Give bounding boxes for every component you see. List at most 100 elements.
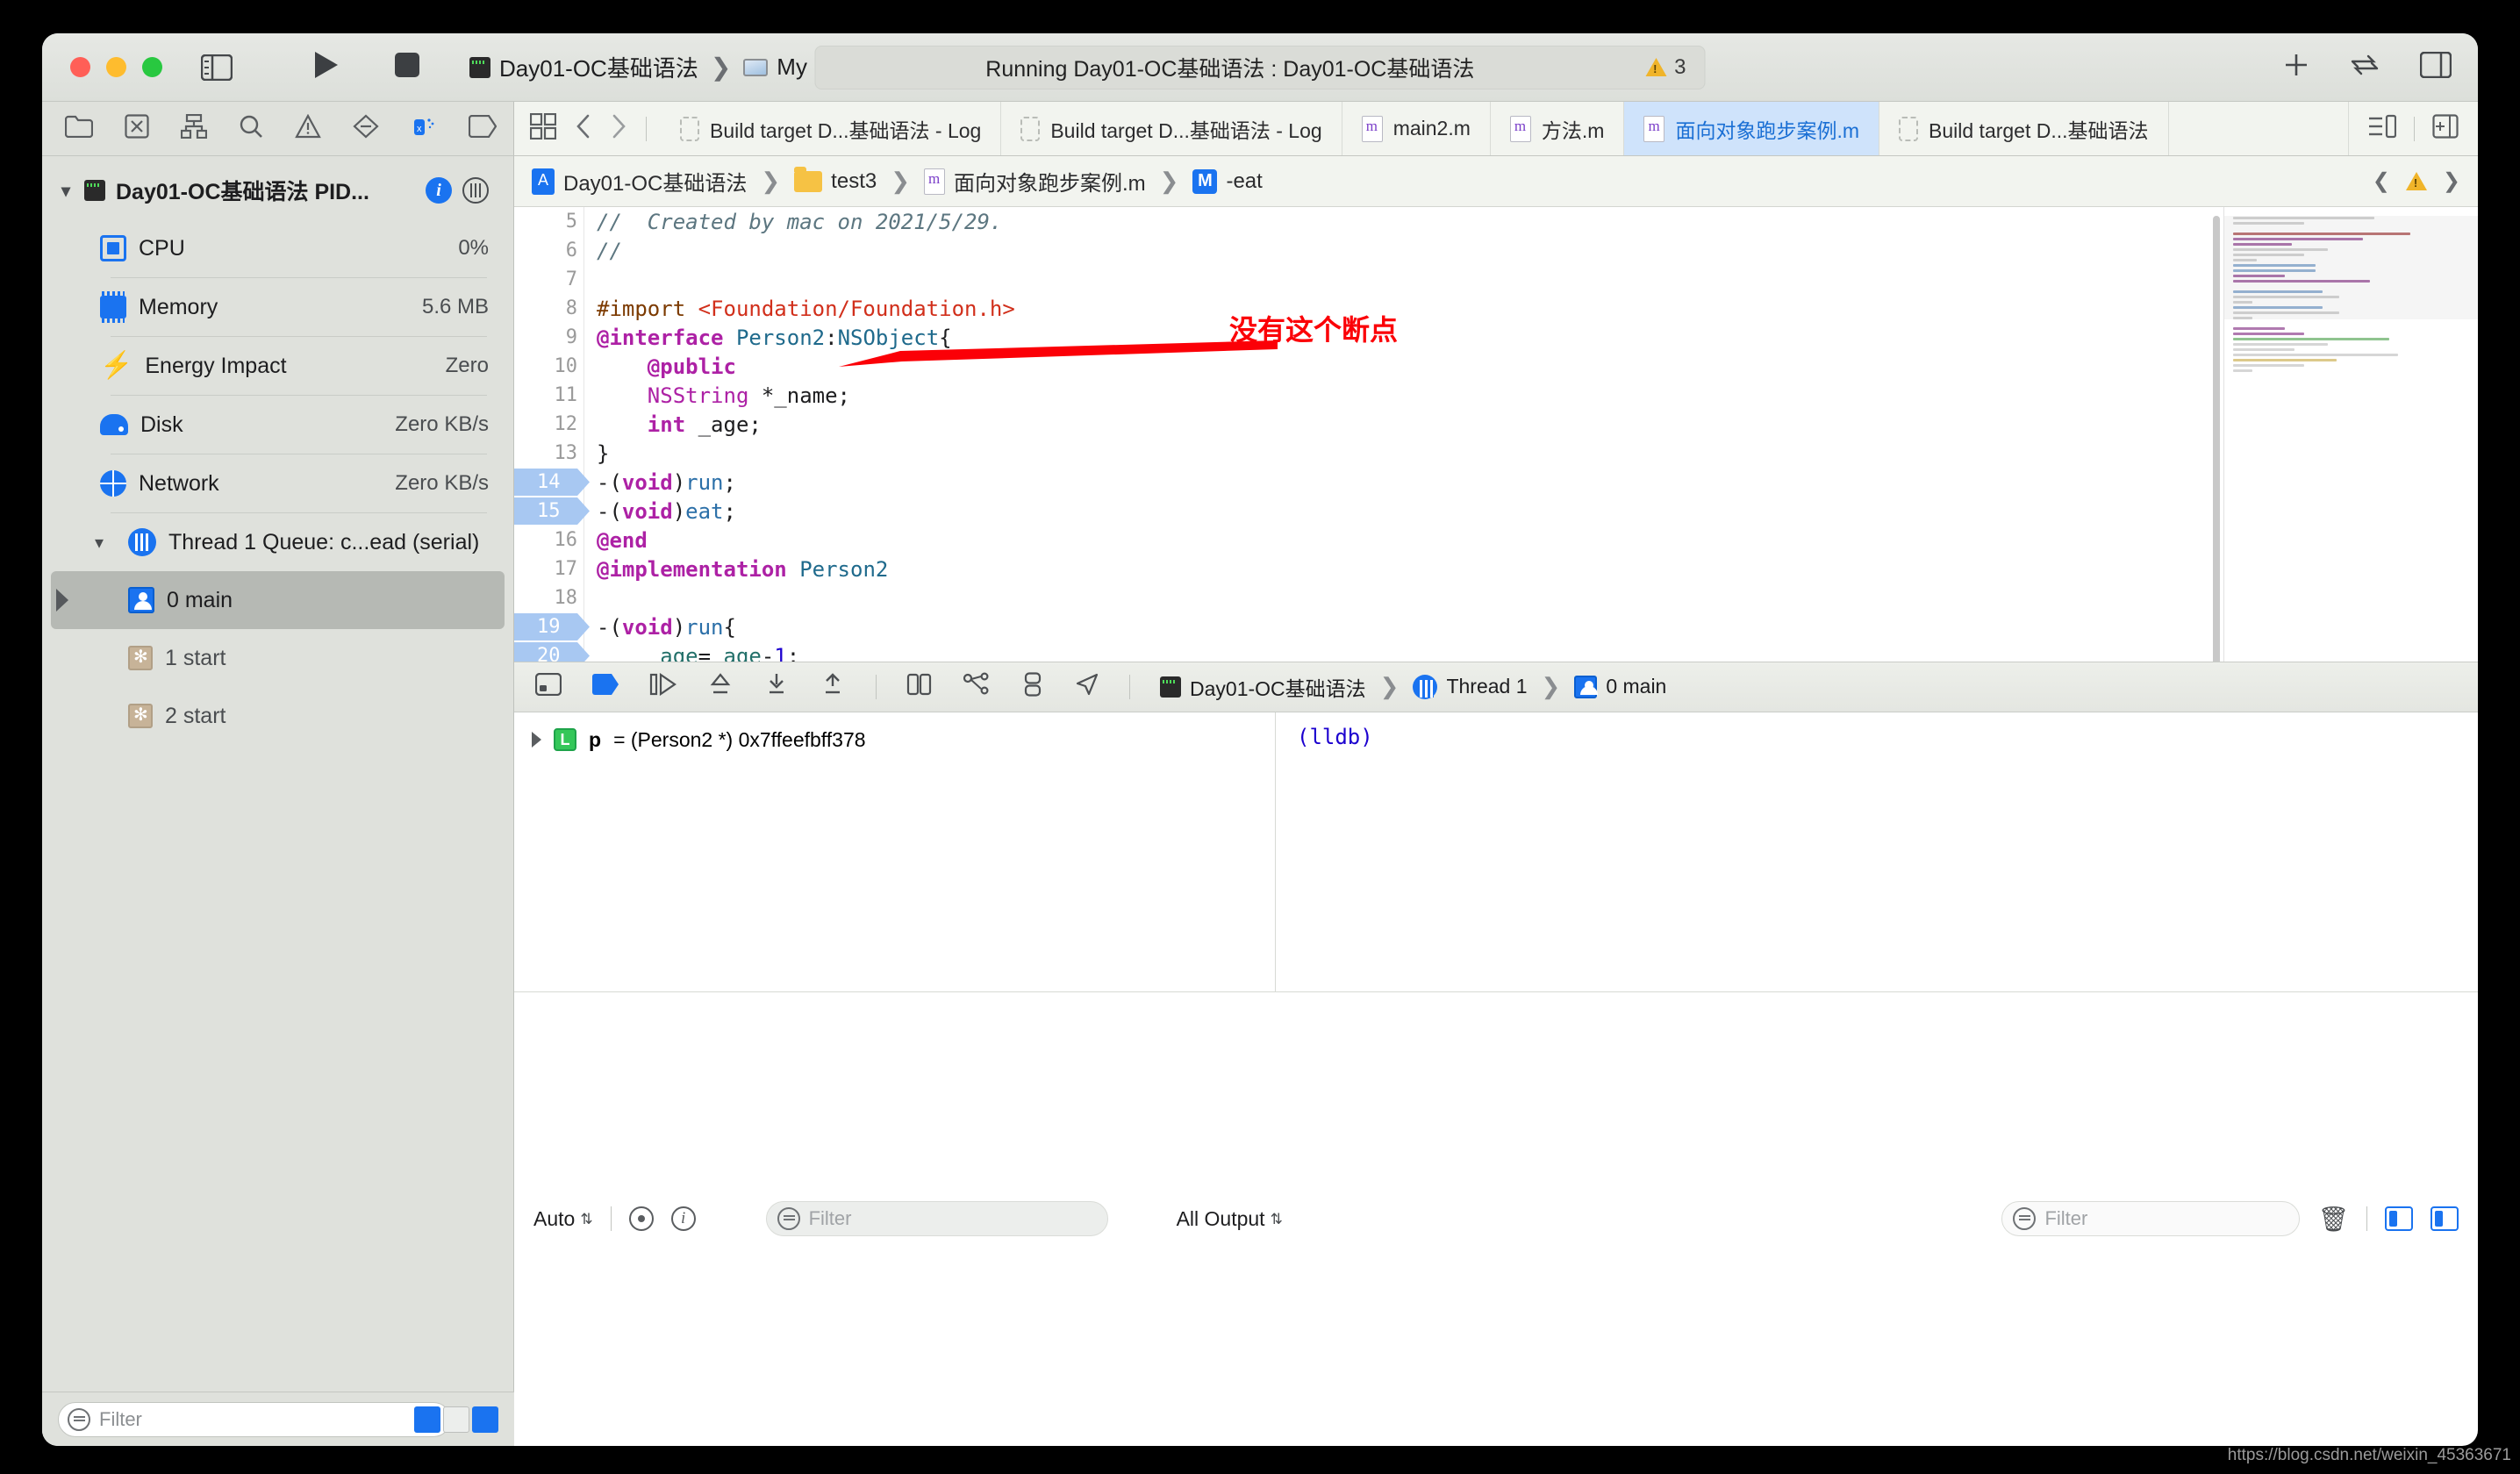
traffic-lights[interactable] [70, 57, 162, 77]
step-over-icon[interactable] [707, 672, 734, 702]
warning-badge[interactable]: 3 [1645, 55, 1686, 80]
gauge-row-disk[interactable]: Disk Zero KB/s [42, 396, 513, 454]
variable-row[interactable]: L p = (Person2 *) 0x7ffeefbff378 [514, 725, 1275, 755]
code-line[interactable]: 20 _age=_age-1; [584, 641, 2478, 662]
line-number[interactable]: 17 [514, 558, 577, 580]
trash-icon[interactable]: 🗑 [2317, 1205, 2349, 1234]
gauge-row-cpu[interactable]: CPU 0% [42, 219, 513, 277]
segment-right[interactable] [472, 1406, 498, 1433]
line-number[interactable]: 8 [514, 297, 577, 319]
tab-mianxiangduixiang-m[interactable]: 面向对象跑步案例.m [1624, 102, 1879, 155]
hierarchy-icon[interactable] [181, 114, 207, 143]
gauge-row-energy[interactable]: ⚡ Energy Impact Zero [42, 337, 513, 395]
breakpoint-icon[interactable] [469, 115, 497, 142]
breadcrumb-item-project[interactable]: Day01-OC基础语法 [563, 166, 747, 197]
line-number[interactable]: 12 [514, 413, 577, 435]
tab-build-target[interactable]: Build target D...基础语法 [1879, 102, 2169, 155]
gauge-row-memory[interactable]: Memory 5.6 MB [42, 278, 513, 336]
location-icon[interactable] [1075, 672, 1099, 702]
segment-left[interactable] [414, 1406, 440, 1433]
forward-icon[interactable] [611, 114, 626, 143]
right-panel-icon[interactable] [2431, 1206, 2459, 1231]
continue-icon[interactable] [649, 673, 677, 701]
maximize-button[interactable] [142, 57, 162, 77]
debug-path-process[interactable]: Day01-OC基础语法 [1190, 672, 1366, 702]
variables-view[interactable]: L p = (Person2 *) 0x7ffeefbff378 [514, 712, 1276, 991]
search-icon[interactable] [239, 114, 263, 143]
toggle-inspector-icon[interactable] [2420, 52, 2452, 82]
navigator-scope-segments[interactable] [414, 1406, 498, 1433]
test-icon[interactable] [353, 114, 379, 143]
view-hierarchy-icon[interactable] [906, 672, 933, 702]
frame-row-main[interactable]: 0 main [51, 571, 505, 629]
line-number[interactable]: 9 [514, 326, 577, 348]
breadcrumb-item-symbol[interactable]: -eat [1226, 169, 1262, 194]
editor-mode-icon[interactable] [2368, 114, 2396, 143]
code-line[interactable]: 12 int _age; [584, 410, 2478, 439]
breakpoint-marker[interactable]: 15 [514, 497, 590, 525]
environment-icon[interactable] [1020, 672, 1045, 702]
next-issue-icon[interactable]: ❯ [2443, 168, 2460, 194]
line-number[interactable]: 10 [514, 355, 577, 377]
thread-meter-icon[interactable] [462, 177, 489, 204]
line-number[interactable]: 18 [514, 587, 577, 609]
memory-graph-icon[interactable] [963, 672, 991, 702]
frame-row-start-2[interactable]: 2 start [42, 687, 513, 745]
line-number[interactable]: 13 [514, 442, 577, 464]
debug-icon[interactable]: x [411, 114, 437, 143]
code-line[interactable]: 17@implementation Person2 [584, 555, 2478, 583]
stop-button[interactable] [394, 52, 420, 82]
add-assistant-editor-icon[interactable] [2432, 114, 2459, 143]
breadcrumb-item-folder[interactable]: test3 [831, 169, 877, 194]
console-filter-input[interactable]: Filter [2001, 1201, 2300, 1236]
line-number[interactable]: 7 [514, 268, 577, 290]
code-line[interactable]: 14-(void)run; [584, 468, 2478, 497]
debug-path-thread[interactable]: Thread 1 [1446, 675, 1527, 698]
add-editor-icon[interactable] [2283, 52, 2309, 82]
source-control-icon[interactable] [125, 114, 149, 143]
info-icon[interactable]: i [671, 1206, 696, 1231]
debug-path-frame[interactable]: 0 main [1606, 675, 1666, 698]
code-line[interactable]: 19-(void)run{ [584, 612, 2478, 641]
process-row[interactable]: ▾ Day01-OC基础语法 PID... i [42, 161, 513, 219]
code-line[interactable]: 18 [584, 583, 2478, 612]
code-line[interactable]: 5// Created by mac on 2021/5/29. [584, 207, 2478, 236]
code-line[interactable]: 16@end [584, 526, 2478, 555]
editor-options-icon[interactable] [2350, 54, 2380, 81]
back-icon[interactable] [576, 114, 591, 143]
breakpoint-marker[interactable]: 20 [514, 642, 590, 662]
navigator-filter-input[interactable]: Filter [58, 1402, 451, 1437]
tab-fangfa-m[interactable]: 方法.m [1491, 102, 1625, 155]
code-editor[interactable]: 5// Created by mac on 2021/5/29.6// 7 8#im… [514, 207, 2478, 662]
output-scope-popup[interactable]: All Output ⇅ [1177, 1207, 1283, 1231]
prev-issue-icon[interactable]: ❮ [2373, 168, 2390, 194]
gauge-row-network[interactable]: Network Zero KB/s [42, 454, 513, 512]
deactivate-breakpoints-icon[interactable] [591, 673, 619, 701]
disclosure-triangle-icon[interactable]: ▾ [95, 532, 112, 554]
tab-build-log-1[interactable]: Build target D...基础语法 - Log [661, 102, 1001, 155]
scrollbar-thumb[interactable] [2213, 216, 2220, 662]
code-line[interactable]: 6// [584, 236, 2478, 265]
frame-row-start-1[interactable]: 1 start [42, 629, 513, 687]
close-button[interactable] [70, 57, 90, 77]
issue-icon[interactable] [295, 114, 321, 143]
thread-row[interactable]: ▾ Thread 1 Queue: c...ead (serial) [42, 513, 513, 571]
line-number[interactable]: 11 [514, 384, 577, 406]
breadcrumb-item-file[interactable]: 面向对象跑步案例.m [954, 166, 1146, 197]
editor-scrollbar[interactable] [2211, 207, 2222, 662]
line-number[interactable]: 5 [514, 211, 577, 233]
toggle-navigator-icon[interactable] [201, 54, 233, 81]
step-into-icon[interactable] [763, 672, 790, 702]
eye-icon[interactable] [629, 1206, 654, 1231]
code-line[interactable]: 8#import <Foundation/Foundation.h> [584, 294, 2478, 323]
segment-middle[interactable] [443, 1406, 469, 1433]
left-panel-icon[interactable] [2385, 1206, 2413, 1231]
line-number[interactable]: 16 [514, 529, 577, 551]
folder-icon[interactable] [65, 115, 93, 142]
tab-overview-icon[interactable] [530, 113, 556, 144]
disclosure-triangle-icon[interactable]: ▾ [61, 180, 79, 202]
minimize-button[interactable] [106, 57, 126, 77]
code-line[interactable]: 15-(void)eat; [584, 497, 2478, 526]
info-icon[interactable]: i [426, 177, 452, 204]
step-out-icon[interactable] [820, 672, 846, 702]
